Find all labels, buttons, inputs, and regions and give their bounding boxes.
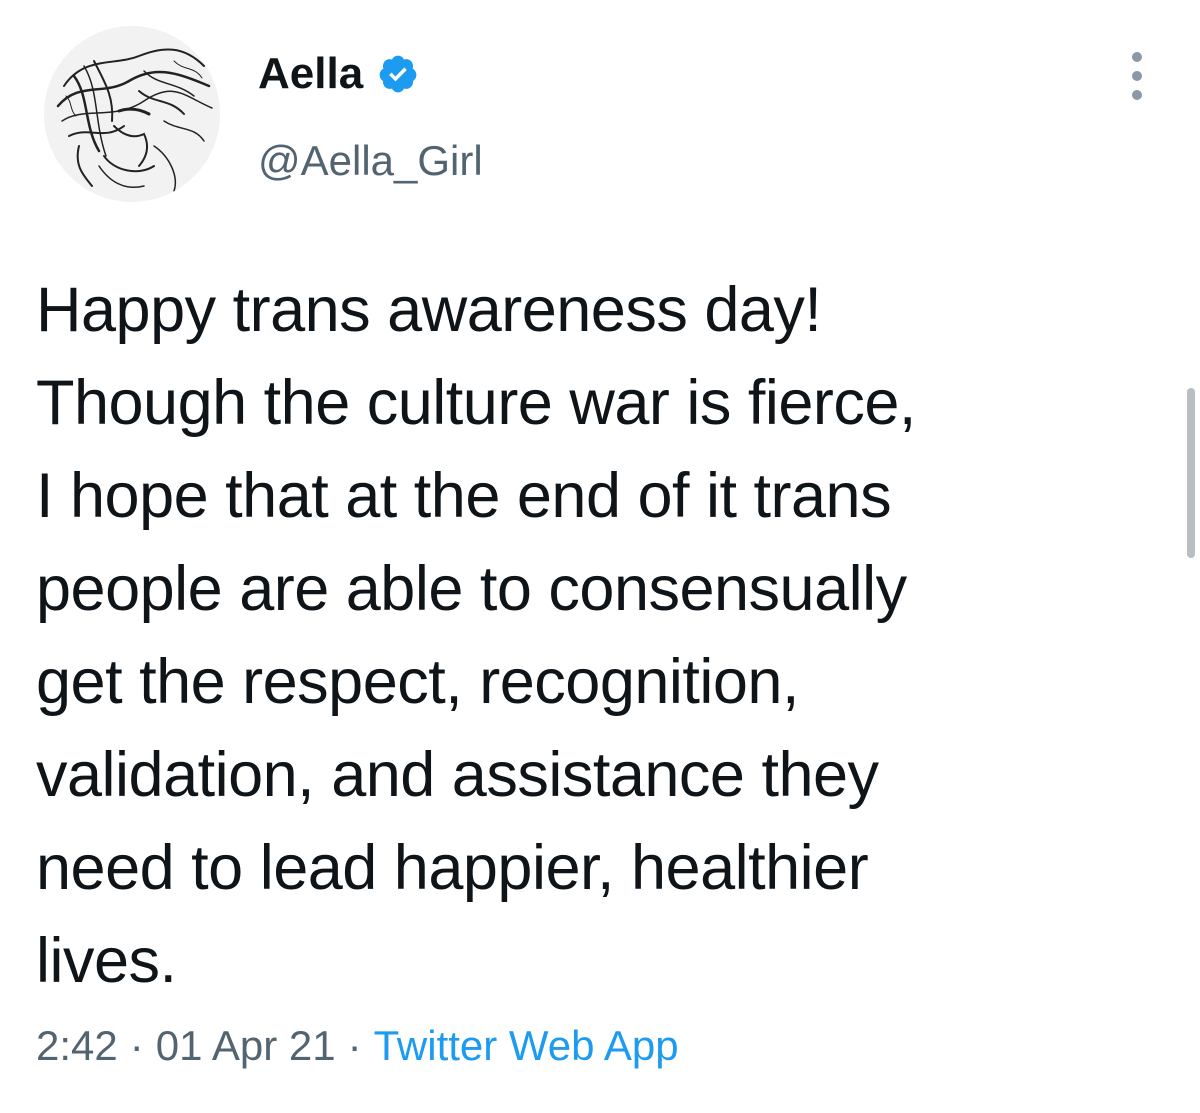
scrollbar-thumb[interactable] xyxy=(1187,388,1195,558)
tweet-time[interactable]: 2:42 xyxy=(36,1022,118,1069)
tweet-source-link[interactable]: Twitter Web App xyxy=(374,1022,679,1069)
verified-badge-icon xyxy=(379,55,417,93)
tweet-text: Happy trans awareness day! Though the cu… xyxy=(36,264,1156,1008)
tweet-text-line: Happy trans awareness day! xyxy=(36,275,822,345)
more-vertical-icon-dot xyxy=(1132,90,1142,100)
meta-separator: · xyxy=(129,1022,144,1069)
tweet-card: Aella @Aella_Girl Happy trans awareness … xyxy=(0,0,1200,1113)
tweet-text-line: get the respect, recognition, xyxy=(36,647,799,717)
tweet-text-line: Though the culture war is fierce, xyxy=(36,368,916,438)
more-vertical-icon-dot xyxy=(1132,71,1142,81)
tweet-date[interactable]: 01 Apr 21 xyxy=(156,1022,336,1069)
more-options-button[interactable] xyxy=(1112,46,1162,106)
author-name-row: Aella xyxy=(258,48,419,100)
tweet-text-line: lives. xyxy=(36,926,177,996)
tweet-text-line: validation, and assistance they xyxy=(36,740,879,810)
more-vertical-icon xyxy=(1132,52,1142,62)
author-display-name[interactable]: Aella xyxy=(258,48,363,100)
tweet-text-line: need to lead happier, healthier xyxy=(36,833,869,903)
meta-separator: · xyxy=(347,1022,362,1069)
tweet-metadata: 2:42 · 01 Apr 21 · Twitter Web App xyxy=(36,1020,679,1072)
tweet-text-line: people are able to consensually xyxy=(36,554,907,624)
author-handle[interactable]: @Aella_Girl xyxy=(258,136,483,186)
avatar[interactable] xyxy=(44,26,220,202)
avatar-sketch-image xyxy=(44,26,220,202)
tweet-text-line: I hope that at the end of it trans xyxy=(36,461,892,531)
